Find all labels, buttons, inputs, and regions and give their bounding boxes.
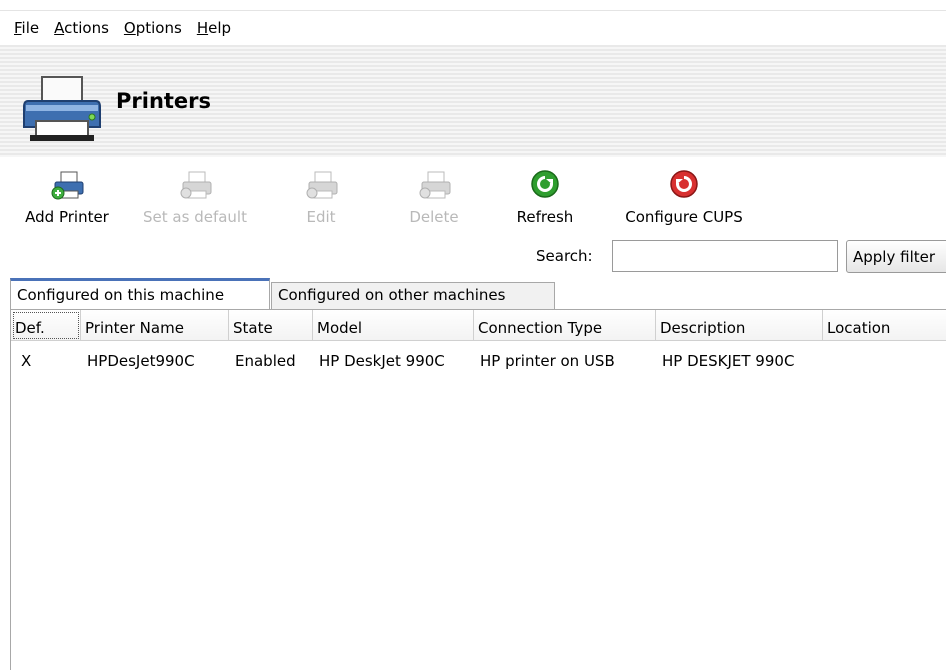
column-printer-name[interactable]: Printer Name [81, 310, 229, 341]
column-def[interactable]: Def. [11, 310, 81, 341]
column-location[interactable]: Location [823, 310, 946, 341]
tab-this-machine[interactable]: Configured on this machine [10, 278, 270, 310]
cell-state: Enabled [235, 352, 296, 370]
apply-filter-button[interactable]: Apply filter [846, 240, 946, 273]
column-model[interactable]: Model [313, 310, 474, 341]
search-bar: Search: Apply filter [0, 238, 946, 274]
edit-icon [306, 171, 338, 199]
cell-connection-type: HP printer on USB [480, 352, 615, 370]
edit-button[interactable]: Edit [290, 160, 352, 236]
menu-actions[interactable]: Actions [54, 19, 109, 37]
menu-help[interactable]: Help [197, 19, 231, 37]
printer-icon [23, 76, 101, 141]
header-banner: Printers [0, 45, 946, 157]
page-title: Printers [116, 89, 212, 113]
set-default-icon [180, 171, 212, 199]
refresh-button[interactable]: Refresh [505, 160, 585, 236]
search-label: Search: [536, 247, 593, 265]
column-state[interactable]: State [229, 310, 313, 341]
menu-file[interactable]: File [14, 19, 39, 37]
printer-table: Def. Printer Name State Model Connection… [10, 309, 946, 670]
cell-printer-name: HPDesJet990C [87, 352, 195, 370]
set-default-button[interactable]: Set as default [130, 160, 260, 236]
table-row[interactable]: X HPDesJet990C Enabled HP DeskJet 990C H… [11, 350, 946, 372]
column-description[interactable]: Description [656, 310, 823, 341]
cell-model: HP DeskJet 990C [319, 352, 445, 370]
add-printer-button[interactable]: Add Printer [14, 160, 120, 236]
menubar: File Actions Options Help [0, 10, 946, 45]
column-connection-type[interactable]: Connection Type [474, 310, 656, 341]
table-header: Def. Printer Name State Model Connection… [11, 310, 946, 342]
configure-cups-button[interactable]: Configure CUPS [612, 160, 756, 236]
refresh-icon [531, 170, 559, 198]
search-input[interactable] [612, 240, 838, 272]
delete-icon [419, 171, 451, 199]
add-printer-icon [51, 171, 84, 200]
delete-button[interactable]: Delete [400, 160, 468, 236]
toolbar: Add Printer Set as default Edit Delete R… [0, 160, 946, 236]
cell-description: HP DESKJET 990C [662, 352, 795, 370]
cell-def: X [21, 352, 32, 370]
configure-cups-icon [670, 170, 698, 198]
menu-options[interactable]: Options [124, 19, 182, 37]
tab-other-machines[interactable]: Configured on other machines [271, 282, 555, 309]
